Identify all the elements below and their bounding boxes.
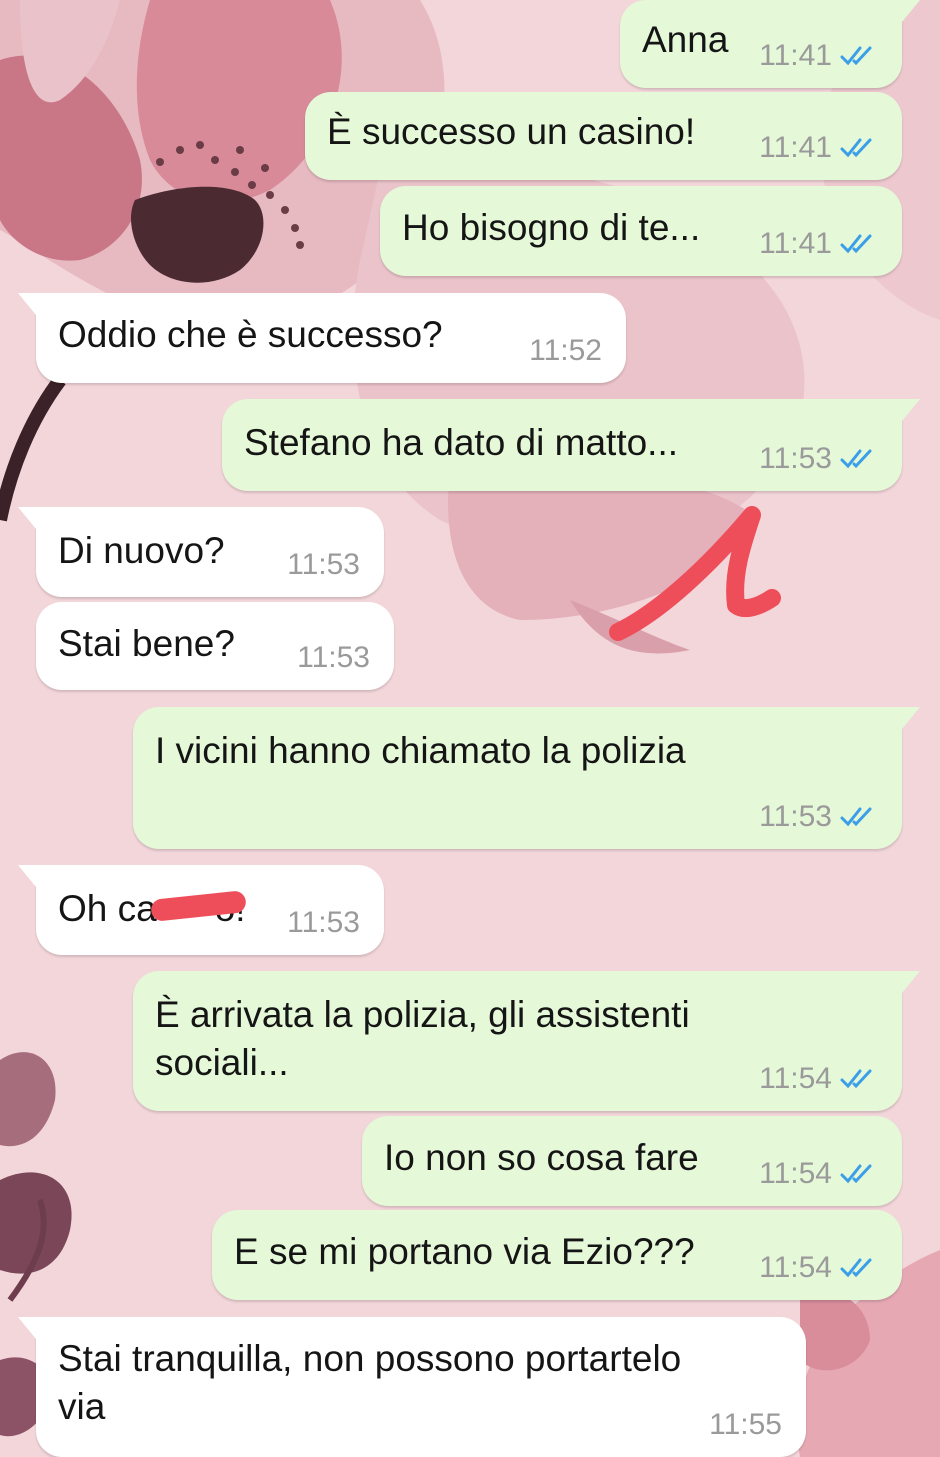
read-ticks-icon	[840, 807, 872, 827]
read-ticks-icon	[840, 449, 872, 469]
message-text: Anna	[642, 19, 729, 60]
read-ticks-icon	[840, 234, 872, 254]
message-time: 11:54	[759, 1062, 832, 1095]
message-meta: 11:52	[529, 331, 602, 371]
incoming-message[interactable]: Oddio che è successo? 11:52	[18, 293, 626, 383]
message-time: 11:53	[759, 442, 832, 475]
message-text: È arrivata la polizia, gli assistenti	[155, 994, 690, 1035]
message-meta: 11:41	[759, 224, 880, 264]
message-time: 11:41	[759, 227, 832, 260]
message-time: 11:55	[709, 1408, 782, 1441]
message-text: Io non so cosa fare	[384, 1137, 699, 1178]
message-time: 11:54	[759, 1157, 832, 1190]
outgoing-message[interactable]: Ho bisogno di te... 11:41	[380, 186, 902, 276]
message-time: 11:54	[759, 1251, 832, 1284]
message-text: Ho bisogno di te...	[402, 207, 701, 248]
message-meta: 11:41	[759, 36, 880, 76]
message-text: E se mi portano via Ezio???	[234, 1231, 695, 1272]
incoming-message[interactable]: Di nuovo? 11:53	[18, 507, 384, 597]
message-time: 11:53	[287, 548, 360, 581]
message-meta: 11:53	[297, 638, 370, 678]
message-time: 11:53	[297, 641, 370, 674]
incoming-message[interactable]: Stai tranquilla, non possono portartelo …	[18, 1317, 806, 1457]
outgoing-message[interactable]: È arrivata la polizia, gli assistenti so…	[133, 971, 920, 1111]
message-text-line2: via	[58, 1386, 106, 1427]
outgoing-message[interactable]: Io non so cosa fare 11:54	[362, 1116, 902, 1206]
message-text: Stai bene?	[58, 623, 235, 664]
message-time: 11:52	[529, 334, 602, 367]
outgoing-message[interactable]: E se mi portano via Ezio??? 11:54	[212, 1210, 902, 1300]
message-meta: 11:53	[287, 545, 360, 585]
read-ticks-icon	[840, 46, 872, 66]
message-meta: 11:54	[759, 1248, 880, 1288]
message-meta: 11:53	[759, 797, 880, 837]
incoming-message[interactable]: Stai bene? 11:53	[36, 602, 394, 690]
outgoing-message[interactable]: I vicini hanno chiamato la polizia 11:53	[133, 707, 920, 849]
message-time: 11:41	[759, 131, 832, 164]
read-ticks-icon	[840, 1164, 872, 1184]
outgoing-message[interactable]: Anna 11:41	[620, 0, 920, 88]
message-text: I vicini hanno chiamato la polizia	[155, 730, 686, 771]
message-time: 11:41	[759, 39, 832, 72]
message-list[interactable]: Anna 11:41 È successo un casino! 11:41 H…	[0, 0, 940, 1457]
read-ticks-icon	[840, 138, 872, 158]
message-text: Stefano ha dato di matto...	[244, 422, 679, 463]
message-text-line2: sociali...	[155, 1042, 289, 1083]
message-text: Di nuovo?	[58, 530, 225, 571]
message-text: Stai tranquilla, non possono portartelo	[58, 1338, 682, 1379]
message-time: 11:53	[287, 906, 360, 939]
read-ticks-icon	[840, 1069, 872, 1089]
message-time: 11:53	[759, 800, 832, 833]
message-meta: 11:53	[759, 439, 880, 479]
outgoing-message[interactable]: Stefano ha dato di matto... 11:53	[222, 399, 920, 491]
outgoing-message[interactable]: È successo un casino! 11:41	[305, 92, 902, 180]
message-meta: 11:54	[759, 1154, 880, 1194]
message-text: È successo un casino!	[327, 111, 696, 152]
incoming-message[interactable]: Oh cao! 11:53	[18, 865, 384, 955]
message-meta: 11:41	[759, 128, 880, 168]
message-meta: 11:54	[759, 1059, 880, 1099]
message-text: Oddio che è successo?	[58, 314, 443, 355]
message-meta: 11:53	[287, 903, 360, 943]
message-text-visible: Oh ca	[58, 888, 157, 929]
message-meta: 11:55	[709, 1405, 782, 1445]
read-ticks-icon	[840, 1258, 872, 1278]
